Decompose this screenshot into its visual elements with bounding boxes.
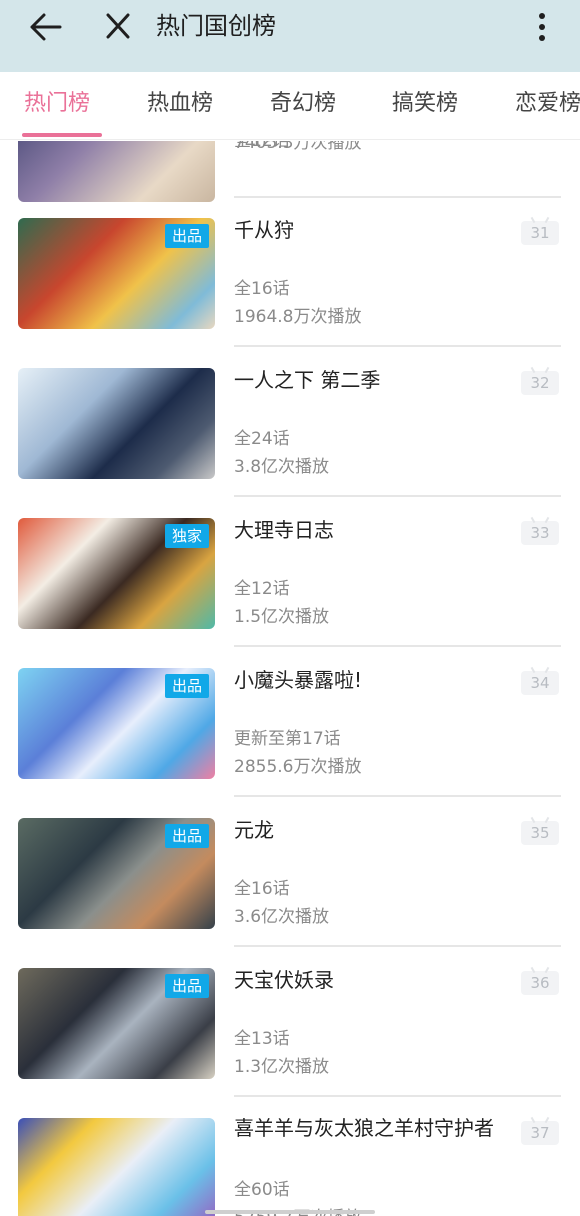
rank-badge: 32 xyxy=(521,371,559,395)
ranking-list: 全12话 7405.3万次播放 出品 千从狩 31 全16话 1964.8万次播… xyxy=(0,141,580,1216)
item-title: 千从狩 xyxy=(234,218,294,242)
list-item[interactable]: 独家 大理寺日志 33 全12话 1.5亿次播放 xyxy=(0,509,580,659)
episode-count: 全16话 xyxy=(234,279,290,299)
item-title: 一人之下 第二季 xyxy=(234,368,381,392)
thumbnail-image xyxy=(18,141,215,202)
thumbnail-image xyxy=(18,1118,215,1216)
play-count: 2855.6万次播放 xyxy=(234,757,362,777)
play-count: 1.5亿次播放 xyxy=(234,607,330,627)
episode-count: 全13话 xyxy=(234,1029,290,1049)
list-item[interactable]: 全12话 7405.3万次播放 xyxy=(0,141,580,202)
episode-count: 全16话 xyxy=(234,879,290,899)
episode-count: 全24话 xyxy=(234,429,290,449)
play-count: 3.6亿次播放 xyxy=(234,907,330,927)
thumbnail-image xyxy=(18,368,215,479)
episode-count: 全60话 xyxy=(234,1180,290,1200)
list-item[interactable]: 出品 元龙 35 全16话 3.6亿次播放 xyxy=(0,809,580,959)
arrow-left-icon[interactable] xyxy=(24,12,68,42)
thumbnail-image: 出品 xyxy=(18,218,215,329)
rank-badge: 33 xyxy=(521,521,559,545)
play-count: 7405.3万次播放 xyxy=(234,141,362,153)
episode-count: 全12话 xyxy=(234,579,290,599)
close-icon[interactable] xyxy=(100,10,136,42)
list-item[interactable]: 出品 千从狩 31 全16话 1964.8万次播放 xyxy=(0,209,580,359)
divider xyxy=(234,795,561,797)
item-title: 元龙 xyxy=(234,818,274,842)
item-title: 天宝伏妖录 xyxy=(234,968,334,992)
category-tabs: 热门榜 热血榜 奇幻榜 搞笑榜 恋爱榜 xyxy=(0,72,580,140)
more-vertical-icon[interactable] xyxy=(528,10,556,44)
tab-romance[interactable]: 恋爱榜 xyxy=(515,90,580,118)
item-title: 大理寺日志 xyxy=(234,518,334,542)
play-count: 1.3亿次播放 xyxy=(234,1057,330,1077)
page-title: 热门国创榜 xyxy=(156,12,276,40)
item-title: 喜羊羊与灰太狼之羊村守护者 xyxy=(234,1116,494,1140)
home-indicator xyxy=(205,1210,375,1214)
badge: 出品 xyxy=(164,674,209,698)
thumbnail-image: 出品 xyxy=(18,968,215,1079)
play-count: 3.8亿次播放 xyxy=(234,457,330,477)
tab-fantasy[interactable]: 奇幻榜 xyxy=(270,90,336,118)
rank-badge: 34 xyxy=(521,671,559,695)
rank-badge: 35 xyxy=(521,821,559,845)
rank-badge: 36 xyxy=(521,971,559,995)
active-tab-indicator xyxy=(22,133,102,137)
badge: 出品 xyxy=(164,974,209,998)
thumbnail-image: 出品 xyxy=(18,818,215,929)
divider xyxy=(234,345,561,347)
list-item[interactable]: 一人之下 第二季 32 全24话 3.8亿次播放 xyxy=(0,359,580,509)
thumbnail-image: 独家 xyxy=(18,518,215,629)
tab-comedy[interactable]: 搞笑榜 xyxy=(392,90,458,118)
list-item[interactable]: 出品 天宝伏妖录 36 全13话 1.3亿次播放 xyxy=(0,959,580,1109)
divider xyxy=(234,1095,561,1097)
badge: 出品 xyxy=(164,224,209,248)
divider xyxy=(234,945,561,947)
item-title: 小魔头暴露啦! xyxy=(234,668,363,692)
episode-count: 更新至第17话 xyxy=(234,729,341,749)
rank-badge: 31 xyxy=(521,221,559,245)
list-item[interactable]: 出品 小魔头暴露啦! 34 更新至第17话 2855.6万次播放 xyxy=(0,659,580,809)
badge: 出品 xyxy=(164,824,209,848)
badge: 独家 xyxy=(164,524,209,548)
list-item[interactable]: 喜羊羊与灰太狼之羊村守护者 37 全60话 5759.7万次播放 xyxy=(0,1109,580,1216)
rank-badge: 37 xyxy=(521,1121,559,1145)
tab-action[interactable]: 热血榜 xyxy=(147,90,213,118)
top-app-bar: 热门国创榜 xyxy=(0,0,580,72)
divider xyxy=(234,196,561,198)
tab-hot[interactable]: 热门榜 xyxy=(24,90,90,118)
thumbnail-image: 出品 xyxy=(18,668,215,779)
play-count: 1964.8万次播放 xyxy=(234,307,362,327)
divider xyxy=(234,495,561,497)
divider xyxy=(234,645,561,647)
